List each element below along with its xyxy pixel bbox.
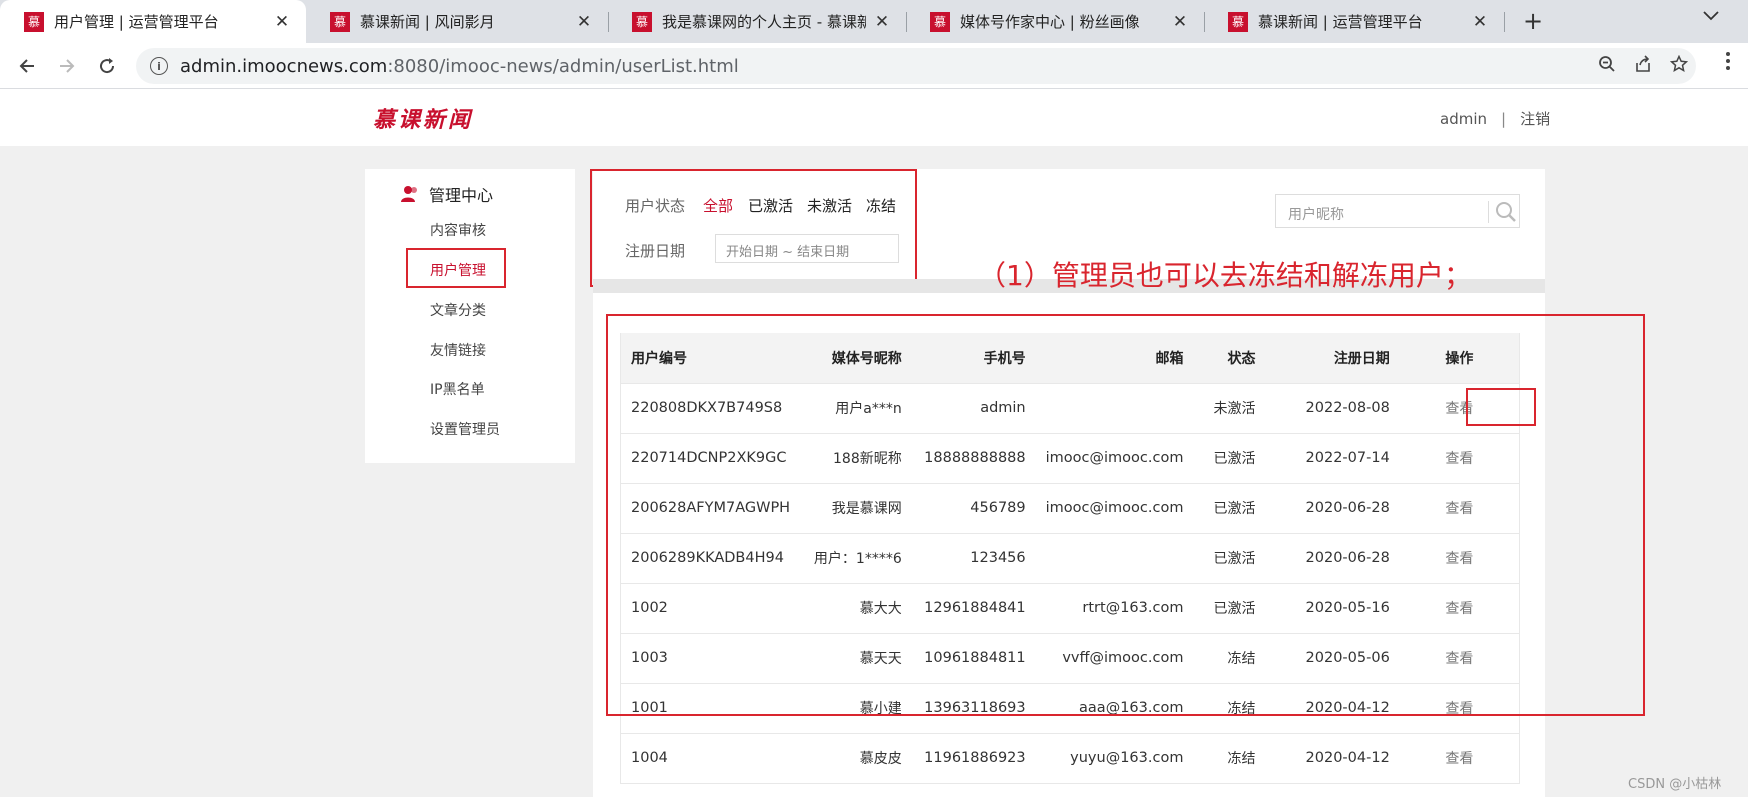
more-menu-icon[interactable] — [1718, 51, 1738, 76]
forward-arrow-icon[interactable] — [52, 51, 82, 81]
cell-status: 冻结 — [1193, 733, 1266, 784]
share-icon[interactable] — [1634, 54, 1652, 78]
table-row: 1004 慕皮皮 11961886923 yuyu@163.com 冻结 202… — [620, 733, 1520, 784]
imooc-favicon-icon: 慕 — [24, 11, 44, 32]
user-group-icon — [401, 186, 417, 202]
annotation-text: （1）管理员也可以去冻结和解冻用户； — [978, 259, 1472, 292]
cell-nickname: 慕皮皮 — [800, 733, 912, 784]
address-bar[interactable]: i admin.imoocnews.com:8080/imooc-news/ad… — [136, 48, 1696, 84]
search-placeholder: 用户昵称 — [1288, 207, 1344, 223]
highlight-box-filter — [590, 169, 917, 287]
close-icon[interactable]: ✕ — [574, 12, 594, 32]
highlight-box-user-management — [406, 248, 506, 288]
nickname-search-input[interactable]: 用户昵称 — [1275, 194, 1520, 228]
tab-title: 用户管理 | 运营管理平台 — [54, 13, 219, 31]
sidebar-item-ip-blacklist[interactable]: IP黑名单 — [430, 379, 485, 399]
back-arrow-icon[interactable] — [12, 51, 42, 81]
tab-separator — [1504, 12, 1505, 32]
header-separator: | — [1501, 110, 1507, 128]
reload-icon[interactable] — [92, 51, 122, 81]
tab-news-fengjian[interactable]: 慕 慕课新闻 | 风间影月 ✕ — [306, 0, 608, 43]
sidebar-item-set-admin[interactable]: 设置管理员 — [430, 419, 500, 439]
site-logo[interactable]: 慕课新闻 — [373, 102, 473, 134]
url-text: admin.imoocnews.com:8080/imooc-news/admi… — [180, 55, 739, 77]
cell-phone: 11961886923 — [911, 733, 1036, 784]
tab-title: 慕课新闻 | 运营管理平台 — [1258, 13, 1423, 31]
sidebar-title-label: 管理中心 — [429, 186, 494, 205]
site-info-icon[interactable]: i — [150, 57, 168, 75]
tab-search-chevron-down-icon[interactable] — [1703, 6, 1719, 25]
imooc-favicon-icon: 慕 — [930, 11, 950, 32]
bookmark-star-icon[interactable] — [1669, 54, 1689, 78]
close-icon[interactable]: ✕ — [1170, 12, 1190, 32]
imooc-favicon-icon: 慕 — [330, 11, 350, 32]
sidebar-item-content-review[interactable]: 内容审核 — [430, 220, 486, 240]
browser-tab-strip: 慕 用户管理 | 运营管理平台 ✕ 慕 慕课新闻 | 风间影月 ✕ 慕 我是慕课… — [0, 0, 1748, 43]
tab-title: 我是慕课网的个人主页 - 慕课新闻 — [662, 13, 866, 31]
close-icon[interactable]: ✕ — [272, 12, 292, 32]
new-tab-plus-icon[interactable]: + — [1518, 6, 1548, 36]
username-link[interactable]: admin — [1440, 110, 1487, 128]
search-icon[interactable] — [1494, 200, 1518, 224]
logout-link[interactable]: 注销 — [1520, 110, 1550, 128]
cell-register-date: 2020-04-12 — [1265, 733, 1400, 784]
cell-user-id: 1004 — [620, 733, 801, 784]
tab-user-management[interactable]: 慕 用户管理 | 运营管理平台 ✕ — [0, 0, 306, 43]
close-icon[interactable]: ✕ — [1470, 12, 1490, 32]
highlight-box-table — [606, 314, 1645, 716]
tab-ops-platform[interactable]: 慕 慕课新闻 | 运营管理平台 ✕ — [1204, 0, 1504, 43]
view-link[interactable]: 查看 — [1399, 733, 1520, 784]
sidebar-item-friend-links[interactable]: 友情链接 — [430, 340, 486, 360]
browser-toolbar: i admin.imoocnews.com:8080/imooc-news/ad… — [0, 43, 1748, 89]
sidebar: 管理中心 内容审核 用户管理 文章分类 友情链接 IP黑名单 设置管理员 — [365, 169, 575, 463]
sidebar-item-article-category[interactable]: 文章分类 — [430, 300, 486, 320]
zoom-icon[interactable] — [1598, 55, 1616, 78]
sidebar-title: 管理中心 — [400, 182, 493, 206]
search-divider — [1488, 201, 1489, 223]
cell-email: yuyu@163.com — [1035, 733, 1194, 784]
close-icon[interactable]: ✕ — [872, 12, 892, 32]
tab-title: 媒体号作家中心 | 粉丝画像 — [960, 13, 1140, 31]
tab-personal-home[interactable]: 慕 我是慕课网的个人主页 - 慕课新闻 ✕ — [608, 0, 906, 43]
imooc-favicon-icon: 慕 — [1228, 11, 1248, 32]
highlight-box-view — [1466, 388, 1536, 426]
imooc-favicon-icon: 慕 — [632, 11, 652, 32]
watermark: CSDN @小枯林 — [1628, 777, 1722, 792]
tab-title: 慕课新闻 | 风间影月 — [360, 13, 495, 31]
site-header: 慕课新闻 admin | 注销 — [0, 89, 1748, 146]
tab-writer-center[interactable]: 慕 媒体号作家中心 | 粉丝画像 ✕ — [906, 0, 1204, 43]
user-area: admin | 注销 — [1440, 108, 1550, 129]
